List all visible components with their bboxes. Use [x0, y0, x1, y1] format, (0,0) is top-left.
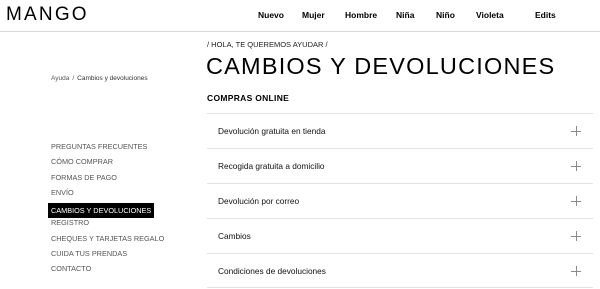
faq-item-recogida-domicilio[interactable]: Recogida gratuita a domicilio [207, 148, 593, 183]
section-title: COMPRAS ONLINE [207, 93, 290, 103]
faq-item-label: Condiciones de devoluciones [218, 266, 326, 276]
nav-item-nina[interactable]: Niña [396, 10, 414, 20]
sidebar-item-formas-de-pago[interactable]: FORMAS DE PAGO [48, 170, 188, 185]
plus-icon[interactable] [571, 231, 581, 241]
nav-item-nino[interactable]: Niño [436, 10, 455, 20]
main-nav: Nuevo Mujer Hombre Niña Niño Violeta Edi… [0, 10, 600, 24]
sidebar-item-label: CHEQUES Y TARJETAS REGALO [51, 233, 165, 243]
sidebar-item-label: PREGUNTAS FRECUENTES [51, 142, 148, 151]
faq-item-devolucion-correo[interactable]: Devolución por correo [207, 183, 593, 218]
help-sidebar: PREGUNTAS FRECUENTES CÓMO COMPRAR FORMAS… [48, 139, 188, 277]
sidebar-item-preguntas-frecuentes[interactable]: PREGUNTAS FRECUENTES [48, 139, 188, 154]
nav-item-edits[interactable]: Edits [535, 10, 556, 20]
plus-icon[interactable] [571, 126, 581, 136]
nav-item-mujer[interactable]: Mujer [302, 10, 325, 20]
site-header: MANGO Nuevo Mujer Hombre Niña Niño Viole… [0, 0, 600, 32]
page-title: CAMBIOS Y DEVOLUCIONES [206, 53, 556, 79]
faq-item-label: Cambios [218, 231, 251, 241]
sidebar-item-contacto[interactable]: CONTACTO [48, 261, 188, 276]
breadcrumb-root[interactable]: Ayuda [51, 75, 69, 82]
sidebar-item-label: CÓMO COMPRAR [51, 157, 114, 167]
breadcrumb-current: Cambios y devoluciones [77, 75, 148, 82]
faq-item-condiciones[interactable]: Condiciones de devoluciones [207, 253, 593, 288]
sidebar-item-como-comprar[interactable]: CÓMO COMPRAR [48, 154, 188, 169]
help-crumb[interactable]: / HOLA, TE QUEREMOS AYUDAR / [207, 40, 328, 49]
faq-item-cambios[interactable]: Cambios [207, 218, 593, 253]
breadcrumb-separator: / [72, 75, 75, 82]
sidebar-item-cheques-y-tarjetas-regalo[interactable]: CHEQUES Y TARJETAS REGALO [48, 231, 188, 246]
sidebar-item-label: ENVÍO [51, 187, 74, 197]
sidebar-item-label: FORMAS DE PAGO [51, 172, 117, 182]
plus-icon[interactable] [571, 266, 581, 276]
sidebar-item-label: CONTACTO [51, 264, 92, 274]
nav-item-nuevo[interactable]: Nuevo [258, 10, 284, 20]
plus-icon[interactable] [571, 161, 581, 171]
nav-item-hombre[interactable]: Hombre [345, 10, 377, 20]
nav-item-violeta[interactable]: Violeta [476, 10, 504, 20]
sidebar-item-cambios-y-devoluciones[interactable]: CAMBIOS Y DEVOLUCIONES [48, 200, 188, 219]
sidebar-item-label: CUIDA TUS PRENDAS [51, 249, 128, 259]
faq-item-label: Recogida gratuita a domicilio [218, 161, 325, 171]
breadcrumb: Ayuda / Cambios y devoluciones [51, 75, 148, 82]
faq-item-devolucion-tienda[interactable]: Devolución gratuita en tienda [207, 113, 593, 148]
sidebar-item-cuida-tus-prendas[interactable]: CUIDA TUS PRENDAS [48, 246, 188, 261]
faq-list: Devolución gratuita en tienda Recogida g… [207, 113, 593, 288]
faq-item-label: Devolución gratuita en tienda [218, 126, 326, 136]
sidebar-item-envio[interactable]: ENVÍO [48, 185, 188, 200]
plus-icon[interactable] [571, 196, 581, 206]
faq-item-label: Devolución por correo [218, 196, 300, 206]
